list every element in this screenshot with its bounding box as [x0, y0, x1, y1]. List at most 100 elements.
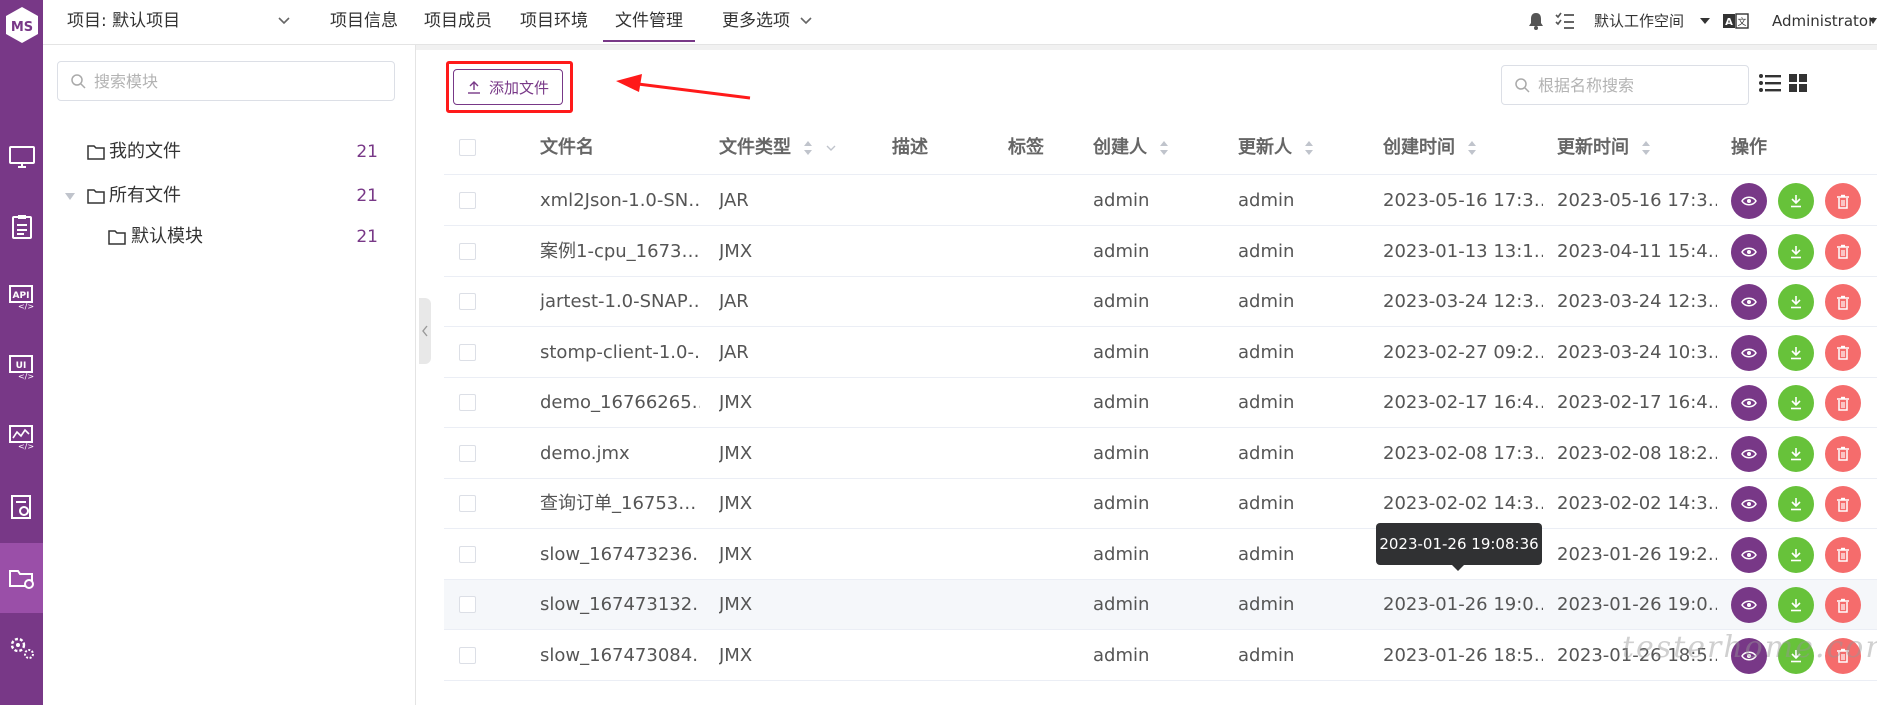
download-button[interactable]	[1778, 233, 1814, 270]
table-row[interactable]: demo.jmx JMX admin admin 2023-02-08 17:3… 202…	[444, 429, 1877, 479]
nav-project-members[interactable]: 项目成员	[424, 0, 492, 42]
chevron-down-icon[interactable]	[277, 14, 291, 28]
cell-file-name[interactable]: demo.jmx	[540, 429, 700, 479]
row-checkbox[interactable]	[459, 343, 476, 361]
filter-chevron-icon[interactable]	[826, 144, 836, 152]
workstation-icon[interactable]	[0, 131, 43, 183]
tree-item-my-files[interactable]: 我的文件 21	[43, 134, 416, 170]
column-header-updater[interactable]: 更新人	[1238, 120, 1314, 175]
view-button[interactable]	[1731, 233, 1767, 270]
row-checkbox[interactable]	[459, 293, 476, 310]
delete-button[interactable]	[1825, 284, 1861, 320]
download-button[interactable]	[1778, 385, 1814, 421]
cell-file-name[interactable]: xml2Json-1.0-SN…	[540, 176, 700, 226]
sort-icon[interactable]	[803, 140, 813, 156]
column-header-file-type[interactable]: 文件类型	[719, 120, 836, 175]
row-checkbox[interactable]	[459, 545, 476, 563]
delete-button[interactable]	[1825, 334, 1861, 371]
column-header-create-time[interactable]: 创建时间	[1383, 120, 1477, 175]
view-button[interactable]	[1731, 536, 1767, 573]
cell-file-name[interactable]: stomp-client-1.0-…	[540, 328, 700, 378]
delete-button[interactable]	[1825, 587, 1861, 623]
table-row[interactable]: jartest-1.0-SNAP… JAR admin admin 2023-03-24…	[444, 277, 1877, 327]
workspace-selector[interactable]: 默认工作空间	[1594, 0, 1684, 42]
download-button[interactable]	[1778, 183, 1814, 219]
table-row[interactable]: 查询订单_16753… JMX admin admin 2023-02-02 14:3……	[444, 479, 1877, 529]
tree-item-all-files[interactable]: 所有文件 21	[43, 178, 416, 214]
delete-button[interactable]	[1825, 183, 1861, 219]
nav-more-options[interactable]: 更多选项	[722, 0, 813, 42]
download-button[interactable]	[1778, 587, 1814, 623]
cell-file-name[interactable]: slow_167473236…	[540, 530, 700, 580]
delete-button[interactable]	[1825, 536, 1861, 573]
delete-button[interactable]	[1825, 435, 1861, 472]
cell-file-name[interactable]: 查询订单_16753…	[540, 479, 700, 529]
sort-icon[interactable]	[1304, 140, 1314, 156]
user-menu[interactable]: Administrator	[1772, 0, 1874, 42]
view-button[interactable]	[1731, 486, 1767, 522]
nav-project-info[interactable]: 项目信息	[330, 0, 398, 42]
project-selector[interactable]: 项目: 默认项目	[67, 0, 180, 42]
select-all-checkbox[interactable]	[459, 139, 476, 156]
table-row[interactable]: slow_167473132… JMX admin admin 2023-01-26 1…	[444, 580, 1877, 630]
delete-button[interactable]	[1825, 486, 1861, 522]
delete-button[interactable]	[1825, 385, 1861, 421]
caret-down-icon[interactable]	[1869, 16, 1877, 26]
row-checkbox[interactable]	[459, 646, 476, 664]
bell-icon[interactable]	[1527, 12, 1545, 30]
cell-file-name[interactable]: slow_167473132…	[540, 580, 700, 630]
performance-test-icon[interactable]: </>	[0, 411, 43, 463]
download-button[interactable]	[1778, 486, 1814, 522]
table-row[interactable]: xml2Json-1.0-SN… JAR admin admin 2023-05-16 …	[444, 176, 1877, 226]
view-button[interactable]	[1731, 183, 1767, 219]
download-button[interactable]	[1778, 334, 1814, 371]
download-button[interactable]	[1778, 536, 1814, 573]
table-row[interactable]: stomp-client-1.0-… JAR admin admin 2023-02-2…	[444, 328, 1877, 378]
row-checkbox[interactable]	[459, 192, 476, 209]
language-icon[interactable]: A文	[1723, 13, 1749, 29]
view-button[interactable]	[1731, 284, 1767, 320]
row-checkbox[interactable]	[459, 596, 476, 613]
row-checkbox[interactable]	[459, 242, 476, 260]
cell-file-name[interactable]: demo_16766265…	[540, 378, 700, 428]
api-test-icon[interactable]: API </>	[0, 271, 43, 323]
download-button[interactable]	[1778, 284, 1814, 320]
test-track-icon[interactable]	[0, 201, 43, 253]
table-row[interactable]: demo_16766265… JMX admin admin 2023-02-17 16…	[444, 378, 1877, 428]
caret-down-icon[interactable]	[1699, 16, 1711, 26]
sidebar-collapse-handle[interactable]	[419, 298, 431, 364]
cell-file-name[interactable]: 案例1-cpu_1673…	[540, 227, 700, 277]
tree-item-default-module[interactable]: 默认模块 21	[43, 219, 416, 255]
row-checkbox[interactable]	[459, 495, 476, 512]
view-button[interactable]	[1731, 334, 1767, 371]
project-settings-icon[interactable]	[0, 543, 43, 613]
delete-button[interactable]	[1825, 233, 1861, 270]
view-button[interactable]	[1731, 587, 1767, 623]
caret-down-icon[interactable]	[65, 193, 75, 201]
table-row[interactable]: 案例1-cpu_1673… JMX admin admin 2023-01-13 13:…	[444, 227, 1877, 277]
file-name-search-input[interactable]	[1538, 66, 1738, 104]
cell-file-name[interactable]: jartest-1.0-SNAP…	[540, 277, 700, 327]
sort-icon[interactable]	[1641, 140, 1651, 156]
system-settings-icon[interactable]	[0, 622, 43, 674]
list-view-icon[interactable]	[1759, 74, 1781, 92]
sort-icon[interactable]	[1159, 140, 1169, 156]
row-checkbox[interactable]	[459, 444, 476, 462]
nav-file-management[interactable]: 文件管理	[603, 0, 695, 42]
download-button[interactable]	[1778, 435, 1814, 472]
row-checkbox[interactable]	[459, 394, 476, 411]
report-icon[interactable]	[0, 481, 43, 533]
cell-file-name[interactable]: slow_167473084…	[540, 631, 700, 681]
column-header-creator[interactable]: 创建人	[1093, 120, 1169, 175]
view-button[interactable]	[1731, 435, 1767, 472]
ui-test-icon[interactable]: UI </>	[0, 341, 43, 393]
column-header-update-time[interactable]: 更新时间	[1557, 120, 1651, 175]
task-list-icon[interactable]	[1555, 12, 1575, 30]
metersphere-logo[interactable]: MS	[0, 0, 43, 50]
grid-view-icon[interactable]	[1789, 74, 1807, 92]
module-search-input[interactable]	[94, 62, 384, 100]
table-row[interactable]: slow_167473236… JMX admin admin 2023-01-26 1…	[444, 530, 1877, 580]
sort-icon[interactable]	[1467, 140, 1477, 156]
nav-project-environment[interactable]: 项目环境	[520, 0, 588, 42]
view-button[interactable]	[1731, 385, 1767, 421]
